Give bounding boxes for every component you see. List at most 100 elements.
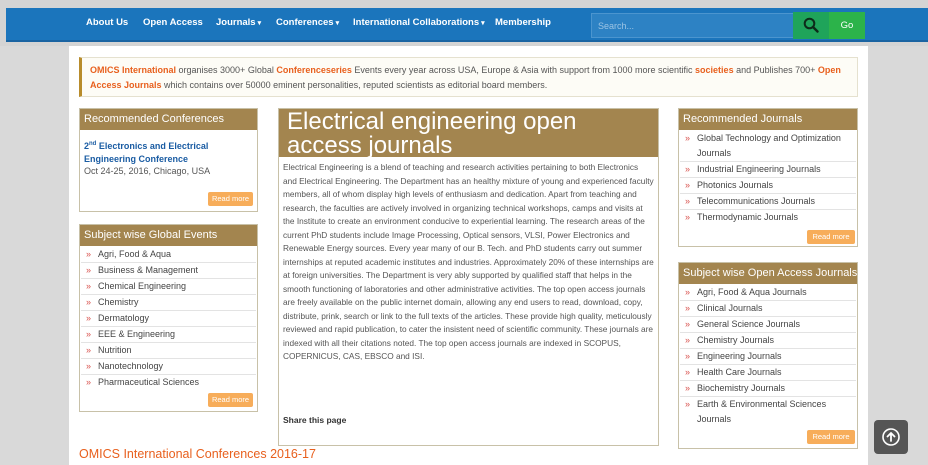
double-arrow-bullet-icon: »	[685, 351, 691, 361]
conferences-footer-title[interactable]: OMICS International Conferences 2016-17	[79, 447, 316, 461]
list-item-label: Clinical Journals	[697, 303, 763, 313]
nav-conferences[interactable]: Conferences ▾	[276, 17, 339, 28]
double-arrow-bullet-icon: »	[86, 377, 92, 387]
main-article: Electrical engineering open access journ…	[278, 108, 659, 446]
double-arrow-bullet-icon: »	[86, 297, 92, 307]
caret-down-icon: ▾	[335, 20, 340, 27]
list-item[interactable]: » Nanotechnology	[81, 359, 256, 375]
nav-collab-label: International Collaborations	[353, 17, 480, 28]
list-item[interactable]: » Biochemistry Journals	[680, 381, 856, 397]
list-item[interactable]: » Telecommunications Journals	[680, 194, 856, 210]
list-item-label: Nanotechnology	[98, 361, 164, 371]
list-item-label: Chemistry Journals	[697, 335, 775, 345]
read-more-button[interactable]: Read more	[208, 393, 253, 407]
double-arrow-bullet-icon: »	[685, 196, 691, 206]
list-item-label: Thermodynamic Journals	[697, 212, 799, 222]
list-item-label: General Science Journals	[697, 319, 801, 329]
subject-journals-box: Subject wise Open Access Journals » Agri,…	[678, 262, 858, 449]
double-arrow-bullet-icon: »	[86, 329, 92, 339]
list-item[interactable]: » General Science Journals	[680, 317, 856, 333]
recommended-conferences-heading: Recommended Conferences	[80, 109, 257, 130]
list-item[interactable]: » Health Care Journals	[680, 365, 856, 381]
list-item[interactable]: » EEE & Engineering	[81, 327, 256, 343]
notice-text-2: Events every year across USA, Europe & A…	[351, 65, 696, 75]
search-button[interactable]	[793, 12, 829, 39]
double-arrow-bullet-icon: »	[685, 335, 691, 345]
double-arrow-bullet-icon: »	[685, 399, 691, 409]
list-item[interactable]: » Clinical Journals	[680, 301, 856, 317]
list-item-label: Agri, Food & Aqua	[98, 249, 172, 259]
list-item-label: EEE & Engineering	[98, 329, 176, 339]
read-more-button[interactable]: Read more	[807, 230, 855, 244]
list-item[interactable]: » Chemical Engineering	[81, 279, 256, 295]
nav-international-collaborations[interactable]: International Collaborations ▾	[353, 17, 485, 28]
list-item[interactable]: » Thermodynamic Journals	[680, 210, 856, 226]
double-arrow-bullet-icon: »	[86, 281, 92, 291]
list-item[interactable]: » Earth & Environmental Sciences Journals	[680, 397, 856, 428]
conference-date: Oct 24-25, 2016, Chicago, USA	[84, 166, 211, 176]
subject-journals-list: » Agri, Food & Aqua Journals » Clinical Jo…	[679, 284, 857, 428]
search-icon	[803, 17, 819, 33]
list-item[interactable]: » Photonics Journals	[680, 178, 856, 194]
conf-title-rest: Electronics and Electrical Engineering C…	[84, 141, 209, 164]
list-item-label: Dermatology	[98, 313, 150, 323]
list-item[interactable]: » Chemistry	[81, 295, 256, 311]
list-item[interactable]: » Chemistry Journals	[680, 333, 856, 349]
arrow-up-icon	[882, 428, 900, 446]
nav-conferences-label: Conferences	[276, 17, 334, 28]
recommended-journals-list: » Global Technology and Optimization Jour…	[679, 130, 857, 226]
double-arrow-bullet-icon: »	[685, 180, 691, 190]
caret-down-icon: ▾	[257, 20, 262, 27]
article-body: Electrical Engineering is a blend of tea…	[283, 162, 654, 361]
main-navbar: About Us Open Access Journals ▾ Conferenc…	[6, 8, 928, 42]
nav-journals[interactable]: Journals ▾	[216, 17, 261, 28]
list-item-label: Pharmaceutical Sciences	[98, 377, 200, 387]
subject-events-box: Subject wise Global Events » Agri, Food &…	[79, 224, 258, 412]
omics-link[interactable]: OMICS International	[90, 65, 176, 75]
societies-link[interactable]: societies	[695, 65, 734, 75]
recommended-conferences-box: Recommended Conferences 2nd Electronics …	[79, 108, 258, 212]
list-item[interactable]: » Agri, Food & Aqua	[81, 247, 256, 263]
double-arrow-bullet-icon: »	[685, 212, 691, 222]
conference-title-link[interactable]: 2nd Electronics and Electrical Engineeri…	[84, 138, 244, 166]
subject-journals-heading: Subject wise Open Access Journals	[679, 263, 857, 284]
double-arrow-bullet-icon: »	[86, 265, 92, 275]
double-arrow-bullet-icon: »	[86, 361, 92, 371]
read-more-button[interactable]: Read more	[807, 430, 855, 444]
intro-notice: OMICS International organises 3000+ Glob…	[79, 57, 858, 97]
list-item[interactable]: » Pharmaceutical Sciences	[81, 375, 256, 391]
double-arrow-bullet-icon: »	[685, 303, 691, 313]
double-arrow-bullet-icon: »	[86, 249, 92, 259]
double-arrow-bullet-icon: »	[685, 319, 691, 329]
share-this-page[interactable]: Share this page	[283, 415, 346, 425]
list-item-label: Chemistry	[98, 297, 139, 307]
double-arrow-bullet-icon: »	[86, 313, 92, 323]
list-item[interactable]: » Engineering Journals	[680, 349, 856, 365]
subject-events-heading: Subject wise Global Events	[80, 225, 257, 246]
nav-about-us[interactable]: About Us	[86, 17, 128, 28]
list-item-label: Telecommunications Journals	[697, 196, 816, 206]
list-item-label: Health Care Journals	[697, 367, 782, 377]
notice-text-1: organises 3000+ Global	[176, 65, 277, 75]
list-item-label: Business & Management	[98, 265, 199, 275]
list-item-label: Biochemistry Journals	[697, 383, 786, 393]
list-item[interactable]: » Nutrition	[81, 343, 256, 359]
list-item-label: Nutrition	[98, 345, 132, 355]
list-item[interactable]: » Agri, Food & Aqua Journals	[680, 285, 856, 301]
nav-open-access[interactable]: Open Access	[143, 17, 203, 28]
list-item[interactable]: » Dermatology	[81, 311, 256, 327]
list-item[interactable]: » Industrial Engineering Journals	[680, 162, 856, 178]
list-item-label: Photonics Journals	[697, 180, 774, 190]
search-input[interactable]: Search...	[591, 13, 797, 38]
nav-journals-label: Journals	[216, 17, 256, 28]
list-item[interactable]: » Global Technology and Optimization Jour…	[680, 131, 856, 162]
read-more-button[interactable]: Read more	[208, 192, 253, 206]
back-to-top-button[interactable]	[874, 420, 908, 454]
list-item-label: Industrial Engineering Journals	[697, 164, 821, 174]
list-item-label: Agri, Food & Aqua Journals	[697, 287, 807, 297]
conferenceseries-link[interactable]: Conferenceseries	[276, 65, 352, 75]
list-item[interactable]: » Business & Management	[81, 263, 256, 279]
go-button[interactable]: Go	[829, 12, 865, 39]
double-arrow-bullet-icon: »	[685, 287, 691, 297]
nav-membership[interactable]: Membership	[495, 17, 551, 28]
